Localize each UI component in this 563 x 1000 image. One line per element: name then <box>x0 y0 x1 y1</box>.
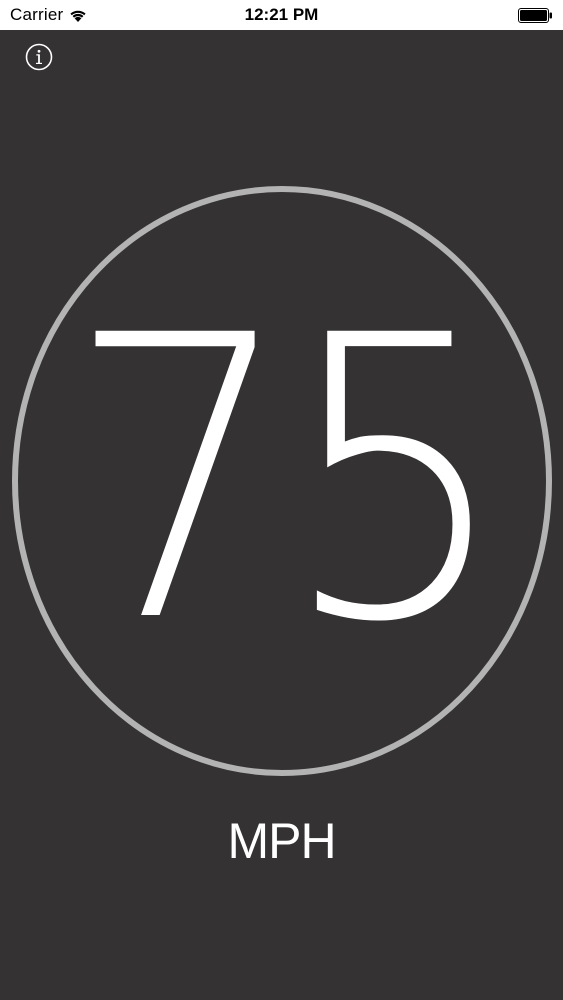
status-bar: Carrier 12:21 PM <box>0 0 563 30</box>
speed-value: 75 <box>66 253 510 707</box>
info-icon[interactable] <box>25 43 53 71</box>
status-time: 12:21 PM <box>244 5 319 24</box>
speed-unit-label: MPH <box>227 813 336 869</box>
battery-icon <box>518 8 552 23</box>
